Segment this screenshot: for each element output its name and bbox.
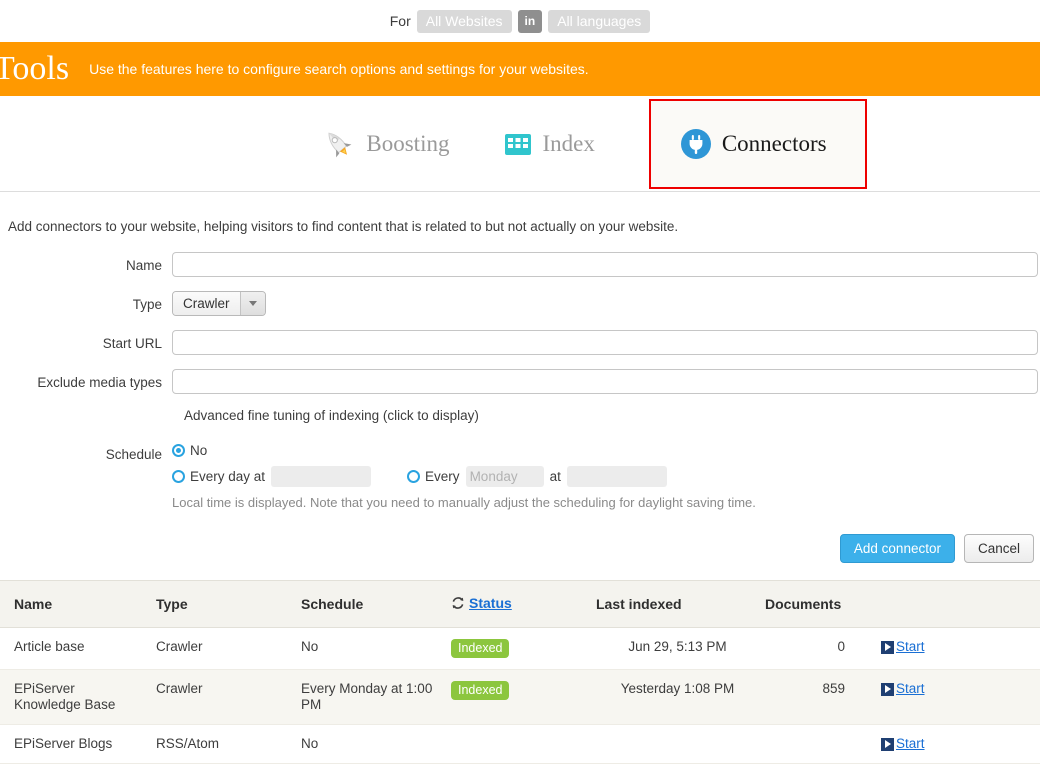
field-row-start-url: Start URL xyxy=(0,330,1040,355)
add-connector-button[interactable]: Add connector xyxy=(839,534,955,563)
type-select-value: Crawler xyxy=(173,292,240,315)
cancel-button[interactable]: Cancel xyxy=(963,534,1034,563)
schedule-option-no[interactable]: No xyxy=(172,443,1040,458)
scope-language-selector[interactable]: All languages xyxy=(548,9,651,33)
main-content: Add connectors to your website, helping … xyxy=(0,219,1040,764)
cell-documents: 859 xyxy=(765,669,875,725)
cell-action: Start xyxy=(875,627,1040,670)
start-url-label: Start URL xyxy=(102,336,162,351)
cell-schedule: No xyxy=(295,724,445,764)
header-type: Type xyxy=(150,580,295,628)
cell-schedule: Every Monday at 1:00 PM xyxy=(295,669,445,725)
schedule-no-label: No xyxy=(190,443,208,458)
header-name: Name xyxy=(0,580,150,628)
exclude-media-label: Exclude media types xyxy=(37,375,162,390)
header-documents: Documents xyxy=(765,580,875,628)
radio-schedule-every-day[interactable] xyxy=(172,470,185,483)
cell-type: Crawler xyxy=(150,627,295,670)
table-row[interactable]: Article base Crawler No Indexed Jun 29, … xyxy=(0,627,1040,670)
cell-action: Start xyxy=(875,669,1040,725)
table-row[interactable]: EPiServer Blogs RSS/Atom No Start xyxy=(0,724,1040,764)
schedule-option-group: Every day at Every at xyxy=(172,466,1040,487)
tab-boosting[interactable]: Boosting xyxy=(293,100,477,188)
form-buttons: Add connector Cancel xyxy=(0,534,1034,563)
connector-form: Name Type Crawler Start URL Exclude medi… xyxy=(0,252,1040,563)
weekly-time-input[interactable] xyxy=(566,466,667,487)
schedule-label: Schedule xyxy=(105,447,162,462)
grid-icon xyxy=(505,133,532,155)
tools-banner: Tools Use the features here to configure… xyxy=(0,42,1040,96)
play-icon[interactable] xyxy=(881,682,894,696)
refresh-icon[interactable] xyxy=(451,596,465,610)
banner-title: Tools xyxy=(0,50,70,87)
cell-last-indexed: Yesterday 1:08 PM xyxy=(590,669,765,725)
weekday-select-input[interactable] xyxy=(465,466,544,487)
cell-type: RSS/Atom xyxy=(150,724,295,764)
every-day-time-input[interactable] xyxy=(271,466,372,487)
cell-action: Start xyxy=(875,724,1040,764)
cell-name: EPiServer Blogs xyxy=(0,724,150,764)
scope-in-label: in xyxy=(517,9,543,33)
chevron-down-icon xyxy=(239,292,265,315)
field-row-name: Name xyxy=(0,252,1040,277)
advanced-tuning-link[interactable]: Advanced fine tuning of indexing (click … xyxy=(184,408,1040,423)
scope-bar: For All Websites in All languages xyxy=(0,0,1040,42)
plug-icon xyxy=(680,129,711,159)
cell-documents xyxy=(765,724,875,764)
tab-bar: Boosting Index Connectors xyxy=(0,96,1040,192)
cell-status: Indexed xyxy=(445,627,590,670)
exclude-media-input[interactable] xyxy=(172,369,1038,394)
type-select[interactable]: Crawler xyxy=(172,291,266,316)
tab-connectors-label: Connectors xyxy=(721,131,827,156)
cell-name: EPiServer Knowledge Base xyxy=(0,669,150,725)
start-link[interactable]: Start xyxy=(896,681,925,697)
schedule-every-label: Every xyxy=(425,469,460,484)
status-badge: Indexed xyxy=(451,681,510,700)
connectors-table: Name Type Schedule Status Last indexed D… xyxy=(0,580,1040,764)
tab-boosting-label: Boosting xyxy=(366,131,450,156)
name-input[interactable] xyxy=(172,252,1038,277)
header-schedule: Schedule xyxy=(295,580,445,628)
radio-schedule-weekly[interactable] xyxy=(407,470,421,483)
tab-index[interactable]: Index xyxy=(477,100,622,188)
schedule-at-label: at xyxy=(549,469,561,484)
field-row-type: Type Crawler xyxy=(0,291,1040,316)
page-intro: Add connectors to your website, helping … xyxy=(8,219,679,234)
status-refresh-link[interactable]: Status xyxy=(469,595,512,611)
play-icon[interactable] xyxy=(881,640,894,654)
cell-last-indexed xyxy=(590,724,765,764)
cell-name: Article base xyxy=(0,627,150,670)
type-label: Type xyxy=(132,297,162,312)
cell-schedule: No xyxy=(295,627,445,670)
header-last-indexed: Last indexed xyxy=(590,580,765,628)
cell-status xyxy=(445,724,590,764)
rocket-icon xyxy=(321,127,355,161)
table-row[interactable]: EPiServer Knowledge Base Crawler Every M… xyxy=(0,669,1040,725)
field-row-schedule: Schedule No Every day at Every at xyxy=(0,441,1040,510)
scope-website-selector[interactable]: All Websites xyxy=(416,9,512,33)
header-actions xyxy=(875,580,1040,628)
play-icon[interactable] xyxy=(881,737,894,751)
tab-connectors[interactable]: Connectors xyxy=(648,99,867,189)
cell-documents: 0 xyxy=(765,627,875,670)
field-row-exclude-media: Exclude media types xyxy=(0,369,1040,394)
cell-last-indexed: Jun 29, 5:13 PM xyxy=(590,627,765,670)
cell-status: Indexed xyxy=(445,669,590,725)
status-badge: Indexed xyxy=(451,639,510,658)
scope-for-label: For xyxy=(389,13,411,29)
schedule-every-day-label: Every day at xyxy=(190,469,266,484)
banner-subtitle: Use the features here to configure searc… xyxy=(89,61,589,77)
name-label: Name xyxy=(125,258,162,273)
start-url-input[interactable] xyxy=(172,330,1038,355)
start-link[interactable]: Start xyxy=(896,736,925,752)
cell-type: Crawler xyxy=(150,669,295,725)
radio-schedule-no[interactable] xyxy=(172,444,185,457)
tab-index-label: Index xyxy=(542,131,595,156)
table-header-row: Name Type Schedule Status Last indexed D… xyxy=(0,580,1040,628)
start-link[interactable]: Start xyxy=(896,639,925,655)
header-status[interactable]: Status xyxy=(445,580,590,628)
schedule-note: Local time is displayed. Note that you n… xyxy=(172,495,756,510)
